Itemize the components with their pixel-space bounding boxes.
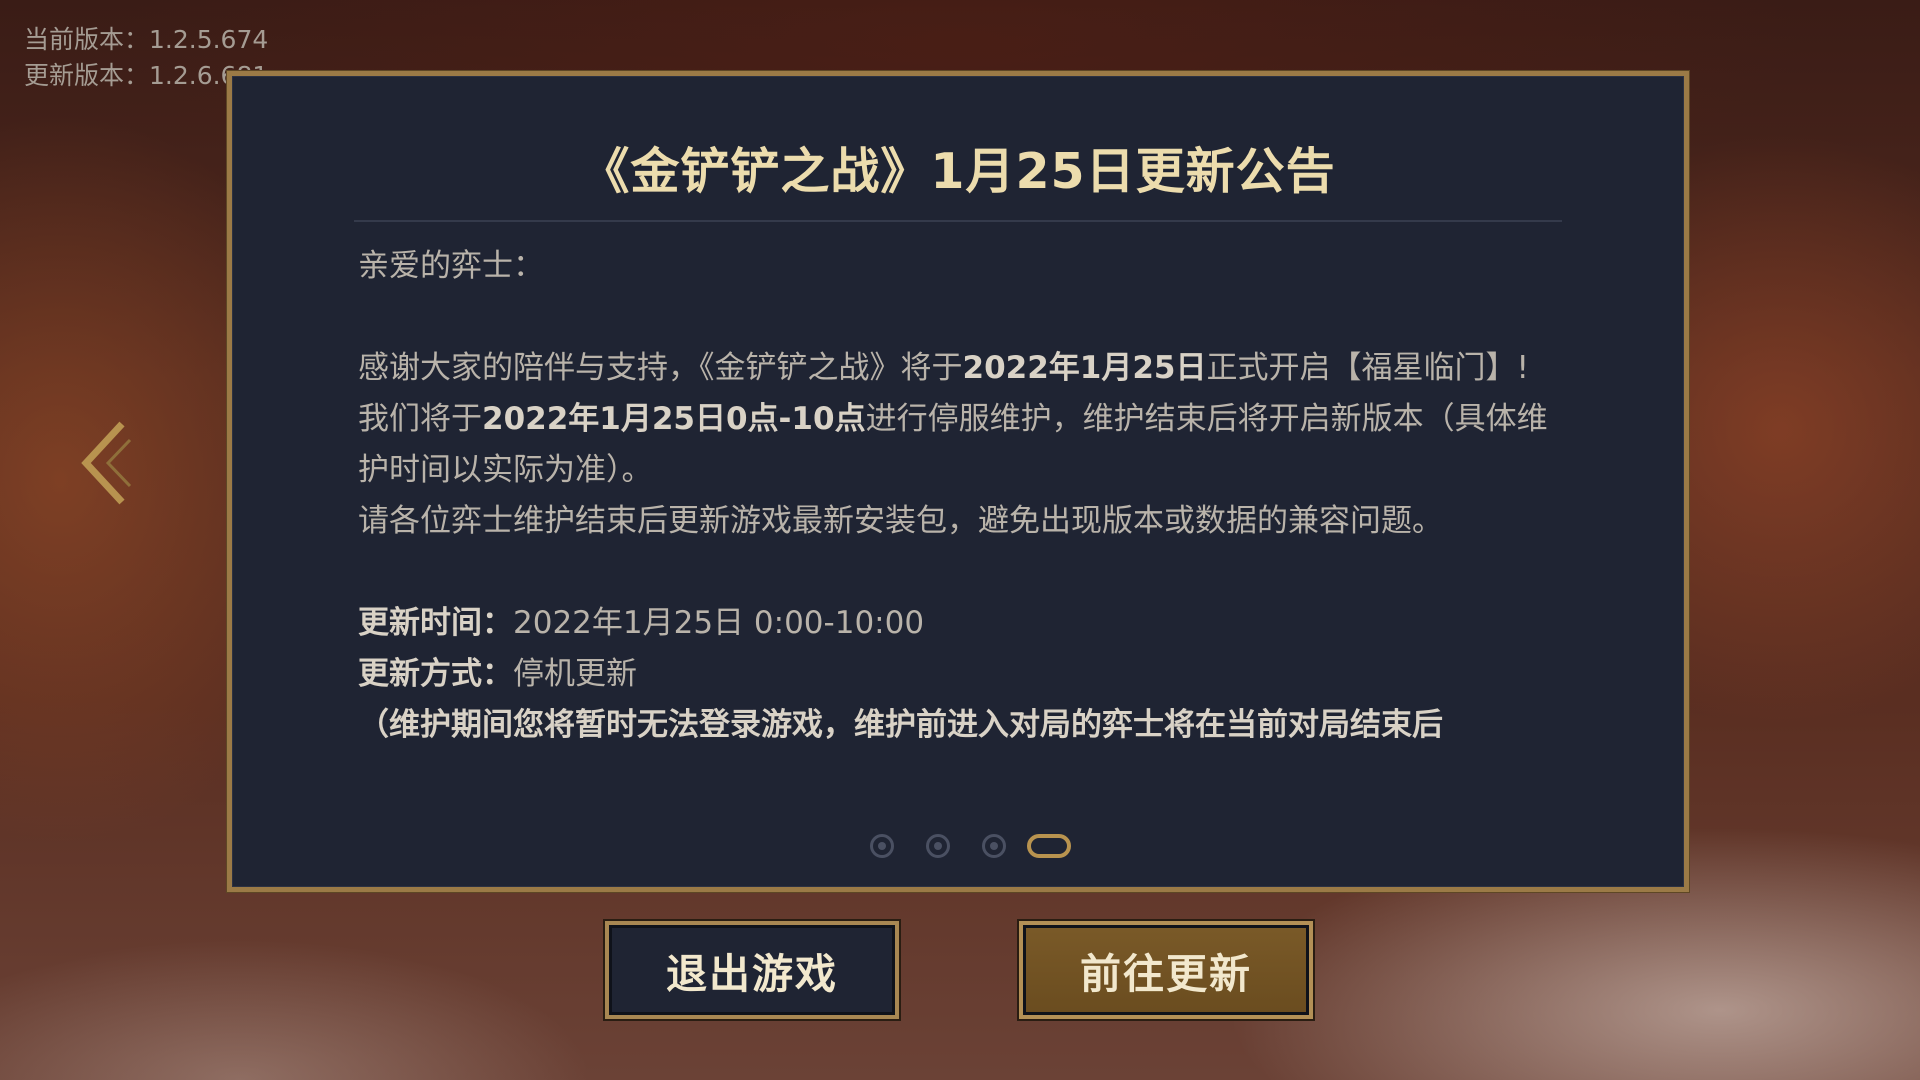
page-dot-4-active[interactable] [1027, 834, 1071, 858]
update-time-row: 更新时间：2022年1月25日 0:00-10:00 [358, 598, 1578, 649]
update-method-row: 更新方式：停机更新 [358, 649, 1578, 700]
current-version-text: 当前版本：1.2.5.674 [24, 25, 269, 54]
paragraph-3: 请各位弈士维护结束后更新游戏最新安装包，避免出现版本或数据的兼容问题。 [358, 503, 1443, 539]
update-method-value: 停机更新 [513, 656, 637, 692]
page-dot-1[interactable] [870, 834, 894, 858]
paragraph-1: 感谢大家的陪伴与支持，《金铲铲之战》将于2022年1月25日正式开启【福星临门】… [358, 343, 1578, 394]
paragraph-2-time: 2022年1月25日0点-10点 [482, 401, 866, 437]
update-time-label: 更新时间： [358, 605, 513, 641]
game-update-screen: 当前版本：1.2.5.674 更新版本：1.2.6.681 《金铲铲之战》1月2… [0, 0, 1920, 1080]
paragraph-1-text-c: 正式开启【福星临门】! [1206, 350, 1529, 386]
paragraph-2: 我们将于2022年1月25日0点-10点进行停服维护，维护结束后将开启新版本（具… [358, 394, 1578, 496]
dialog-title: 《金铲铲之战》1月25日更新公告 [580, 143, 1336, 200]
paragraph-1-date: 2022年1月25日 [962, 350, 1207, 386]
maintenance-note: （维护期间您将暂时无法登录游戏，维护前进入对局的弈士将在当前对局结束后 [358, 707, 1443, 743]
page-dot-3[interactable] [982, 834, 1006, 858]
update-method-label: 更新方式： [358, 656, 513, 692]
page-indicator [232, 834, 1684, 858]
announcement-dialog: 《金铲铲之战》1月25日更新公告 亲爱的弈士： 感谢大家的陪伴与支持，《金铲铲之… [227, 71, 1689, 892]
title-divider [354, 220, 1562, 222]
paragraph-1-text-a: 感谢大家的陪伴与支持，《金铲铲之战》将于 [358, 350, 963, 386]
greeting-text: 亲爱的弈士： [358, 248, 544, 284]
update-time-value: 2022年1月25日 0:00-10:00 [513, 605, 925, 641]
paragraph-2-text-a: 我们将于 [358, 401, 482, 437]
page-dot-2[interactable] [926, 834, 950, 858]
announcement-content[interactable]: 亲爱的弈士： 感谢大家的陪伴与支持，《金铲铲之战》将于2022年1月25日正式开… [358, 241, 1578, 881]
go-update-button[interactable]: 前往更新 [1019, 921, 1313, 1019]
exit-game-button[interactable]: 退出游戏 [605, 921, 899, 1019]
chevron-left-icon[interactable] [78, 418, 138, 508]
